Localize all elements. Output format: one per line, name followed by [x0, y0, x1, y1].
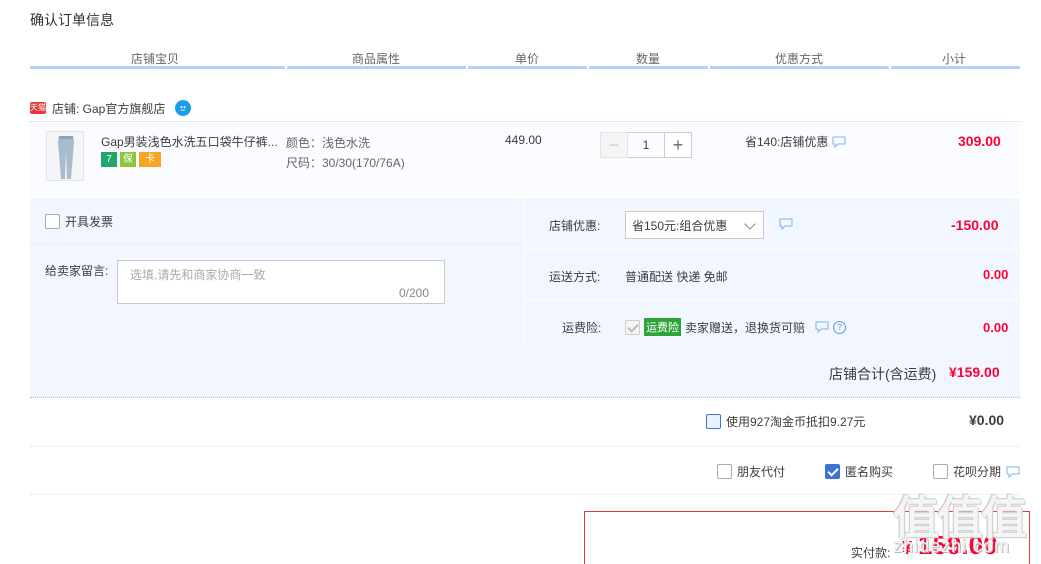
message-char-count: 0/200 — [399, 286, 430, 300]
shipping-value: 0.00 — [983, 267, 1009, 282]
qty-input[interactable]: 1 — [628, 132, 664, 158]
comment-icon[interactable] — [815, 321, 829, 333]
shop-row: 天猫 店铺: Gap官方旗舰店 — [30, 98, 192, 118]
invoice-checkbox[interactable] — [45, 214, 60, 229]
shop-total-value: ¥159.00 — [949, 364, 1000, 380]
header-divider — [889, 66, 891, 69]
shipping-label: 运送方式: — [549, 270, 601, 284]
message-label: 给卖家留言: — [45, 264, 109, 278]
col-header-price: 单价 — [514, 52, 539, 66]
header-divider — [708, 66, 710, 69]
shop-discount-selected: 省150元:组合优惠 — [632, 218, 728, 233]
col-header-subtotal: 小计 — [941, 52, 966, 66]
anonymous-label: 匿名购买 — [845, 465, 894, 479]
comment-icon[interactable] — [779, 218, 793, 230]
comment-icon[interactable] — [1006, 466, 1020, 478]
watermark-url: zhidezhi.com — [893, 536, 1011, 556]
product-size-attr: 尺码：30/30(170/76A) — [286, 156, 405, 170]
anonymous-checkbox[interactable] — [825, 464, 840, 479]
header-divider — [587, 66, 589, 69]
service-icons: 7 保 卡 — [101, 152, 161, 167]
divider — [30, 446, 1020, 447]
help-icon[interactable]: ? — [833, 320, 847, 334]
comment-icon[interactable] — [832, 136, 846, 148]
friend-pay-checkbox[interactable] — [717, 464, 732, 479]
coin-label: 使用927淘金币抵扣9.27元 — [726, 415, 866, 429]
friend-pay-option: 朋友代付 — [717, 463, 785, 480]
item-promo-text: 省140:店铺优惠 — [745, 135, 829, 149]
tmall-icon: 天猫 — [30, 102, 46, 114]
product-color-attr: 颜色：浅色水洗 — [286, 136, 371, 150]
wangwang-chat-icon[interactable] — [175, 100, 192, 116]
product-thumbnail[interactable] — [46, 131, 84, 181]
item-promo: 省140:店铺优惠 — [745, 133, 846, 150]
invoice-label: 开具发票 — [65, 215, 114, 229]
insurance-label: 运费险: — [562, 321, 602, 335]
shipping-method: 普通配送 快递 免邮 — [625, 270, 728, 284]
item-subtotal: 309.00 — [958, 133, 1001, 149]
quantity-stepper: − 1 + — [600, 132, 692, 158]
huabei-label: 花呗分期 — [953, 465, 1002, 479]
shop-discount-value: -150.00 — [951, 217, 999, 233]
page-title: 确认订单信息 — [30, 12, 114, 28]
header-divider — [285, 66, 287, 69]
message-placeholder: 选填,请先和商家协商一致 — [130, 268, 266, 282]
shop-total-label: 店铺合计(含运费) — [829, 366, 937, 382]
huabei-option: 花呗分期 — [933, 463, 1020, 480]
coin-value: ¥0.00 — [969, 412, 1005, 428]
insurance-option: 运费险 卖家赠送，退换货可赔 ? — [625, 318, 847, 336]
pay-label: 实付款: — [851, 546, 891, 560]
shop-discount-select[interactable]: 省150元:组合优惠 — [625, 211, 764, 239]
insurance-desc: 卖家赠送，退换货可赔 — [685, 320, 806, 335]
panel-divider — [525, 249, 1020, 250]
unit-price: 449.00 — [505, 133, 542, 147]
divider — [30, 494, 1020, 495]
huabei-checkbox[interactable] — [933, 464, 948, 479]
guarantee-icon[interactable]: 保 — [120, 152, 136, 167]
col-header-attr: 商品属性 — [351, 52, 400, 66]
qty-decrease-button[interactable]: − — [600, 132, 628, 158]
product-title-link[interactable]: Gap男装浅色水洗五口袋牛仔裤... — [101, 133, 281, 150]
coin-checkbox[interactable] — [706, 414, 721, 429]
chevron-down-icon — [744, 218, 756, 230]
insurance-value: 0.00 — [983, 320, 1009, 335]
header-divider — [466, 66, 468, 69]
shop-name-link[interactable]: 店铺: Gap官方旗舰店 — [52, 100, 165, 117]
invoice-option: 开具发票 — [45, 213, 113, 230]
header-underline — [30, 66, 1020, 69]
col-header-promo: 优惠方式 — [774, 52, 823, 66]
seven-day-return-icon[interactable]: 7 — [101, 152, 117, 167]
friend-pay-label: 朋友代付 — [737, 465, 786, 479]
col-header-qty: 数量 — [635, 52, 660, 66]
insurance-badge: 运费险 — [644, 318, 681, 336]
shop-discount-label: 店铺优惠: — [549, 219, 601, 233]
col-header-item: 店铺宝贝 — [130, 52, 179, 66]
credit-card-icon[interactable]: 卡 — [139, 152, 161, 167]
insurance-checkbox[interactable] — [625, 319, 640, 335]
coin-option: 使用927淘金币抵扣9.27元 — [706, 413, 865, 430]
qty-increase-button[interactable]: + — [664, 132, 692, 158]
anonymous-option: 匿名购买 — [825, 463, 893, 480]
panel-divider — [525, 300, 1020, 301]
